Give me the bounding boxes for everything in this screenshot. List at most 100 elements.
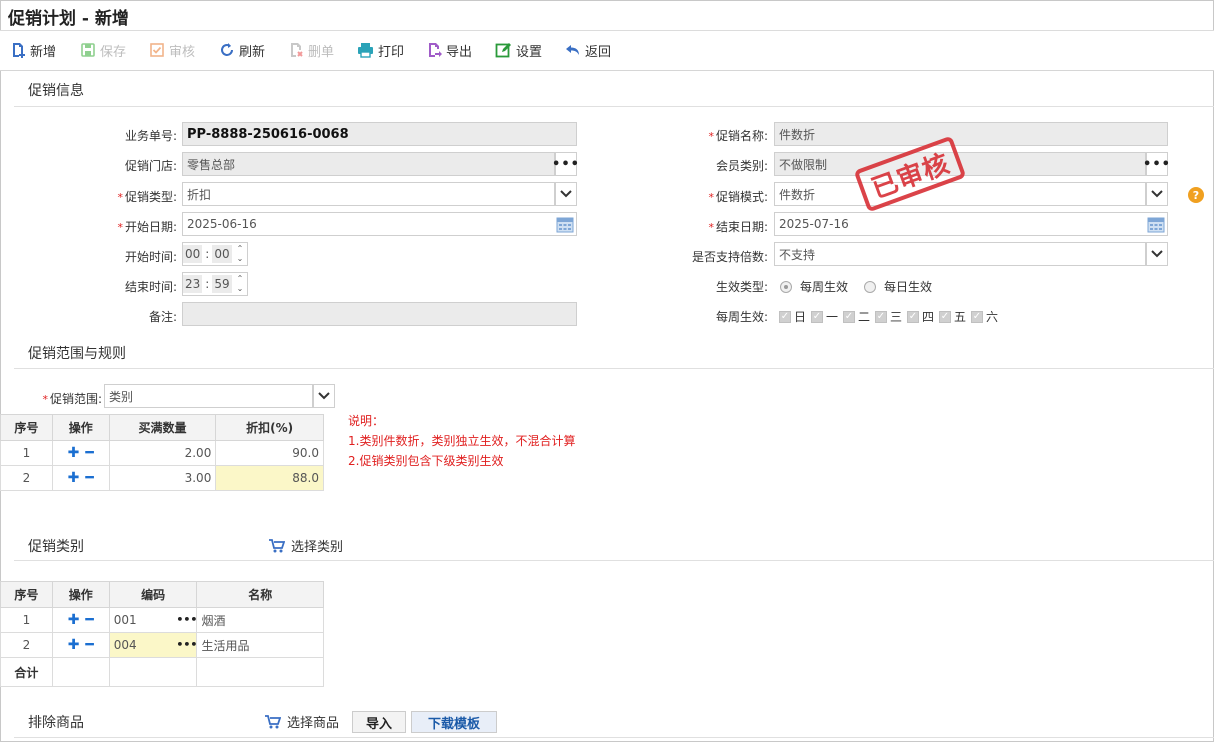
required-marker: * bbox=[708, 130, 714, 143]
member-type-picker-button[interactable]: ••• bbox=[1143, 152, 1170, 176]
qty-cell[interactable]: 2.00 bbox=[108, 440, 217, 466]
add-row-icon[interactable]: ✚ bbox=[68, 470, 80, 486]
start-time-field[interactable]: 00:00 ⌃ ⌄ bbox=[182, 242, 248, 266]
checkbox-box[interactable]: ✓ bbox=[811, 310, 823, 323]
start-date-field[interactable]: 2025-06-16 bbox=[182, 212, 577, 236]
time-colon: : bbox=[205, 247, 210, 261]
section-promo-category: 促销类别 bbox=[28, 539, 84, 555]
export-button[interactable]: 导出 bbox=[426, 39, 472, 61]
new-button[interactable]: 新增 bbox=[10, 39, 56, 61]
back-label: 返回 bbox=[585, 44, 612, 60]
calendar-icon[interactable] bbox=[1147, 215, 1165, 233]
time-spinner[interactable]: ⌃ ⌄ bbox=[233, 273, 247, 295]
add-row-icon[interactable]: ✚ bbox=[68, 445, 80, 461]
checkbox-box[interactable]: ✓ bbox=[971, 310, 983, 323]
weekday-checkbox-wed[interactable]: ✓ 三 bbox=[875, 308, 902, 325]
export-label: 导出 bbox=[446, 44, 473, 60]
time-spinner[interactable]: ⌃ ⌄ bbox=[233, 243, 247, 265]
delete-button[interactable]: 删单 bbox=[288, 39, 334, 61]
weekday-checkbox-tue[interactable]: ✓ 二 bbox=[843, 308, 870, 325]
multiple-dropdown-button[interactable] bbox=[1146, 242, 1168, 266]
radio-circle[interactable] bbox=[864, 280, 876, 293]
radio-weekly[interactable]: 每周生效 bbox=[780, 278, 848, 295]
section-divider bbox=[14, 737, 1214, 738]
store-picker-button[interactable]: ••• bbox=[552, 152, 579, 176]
weekday-checkbox-fri[interactable]: ✓ 五 bbox=[939, 308, 966, 325]
start-minute[interactable]: 00 bbox=[212, 245, 232, 263]
remove-row-icon[interactable]: ━ bbox=[85, 470, 93, 486]
promo-type-dropdown-button[interactable] bbox=[555, 182, 577, 206]
code-picker-icon[interactable]: ••• bbox=[176, 613, 197, 626]
start-time-label: 开始时间: bbox=[124, 250, 177, 264]
table-row: 2 ✚ ━ 3.00 88.0 bbox=[0, 465, 324, 491]
save-button[interactable]: 保存 bbox=[80, 39, 126, 61]
required-marker: * bbox=[42, 393, 48, 406]
end-time-field[interactable]: 23:59 ⌃ ⌄ bbox=[182, 272, 248, 296]
radio-circle[interactable] bbox=[780, 280, 792, 293]
remove-row-icon[interactable]: ━ bbox=[85, 445, 93, 461]
note-line: 1.类别件数折，类别独立生效，不混合计算 bbox=[348, 434, 576, 448]
audit-button[interactable]: 审核 bbox=[149, 39, 195, 61]
remark-field[interactable] bbox=[182, 302, 577, 326]
end-date-field[interactable]: 2025-07-16 bbox=[774, 212, 1168, 236]
add-row-icon[interactable]: ✚ bbox=[68, 612, 80, 628]
remove-row-icon[interactable]: ━ bbox=[85, 637, 93, 653]
discount-cell[interactable]: 90.0 bbox=[215, 440, 324, 466]
delete-doc-icon bbox=[291, 43, 303, 57]
multiple-label: 是否支持倍数: bbox=[691, 250, 768, 264]
discount-cell[interactable]: 88.0 bbox=[215, 465, 324, 491]
end-hour[interactable]: 23 bbox=[183, 275, 203, 293]
end-minute[interactable]: 59 bbox=[212, 275, 232, 293]
store-field[interactable]: 零售总部 bbox=[182, 152, 555, 176]
qty-cell[interactable]: 3.00 bbox=[108, 465, 217, 491]
settings-button[interactable]: 设置 bbox=[495, 39, 542, 61]
select-category-button[interactable]: 选择类别 bbox=[269, 536, 343, 555]
row-number: 2 bbox=[0, 465, 53, 491]
weekday-checkbox-sun[interactable]: ✓ 日 bbox=[779, 308, 806, 325]
promo-type-select[interactable]: 折扣 bbox=[182, 182, 555, 206]
effect-type-label: 生效类型: bbox=[715, 280, 768, 294]
remove-row-icon[interactable]: ━ bbox=[85, 612, 93, 628]
spin-down-icon[interactable]: ⌄ bbox=[237, 254, 244, 264]
printer-icon bbox=[358, 43, 373, 58]
row-actions: ✚ ━ bbox=[51, 440, 110, 466]
promo-mode-dropdown-button[interactable] bbox=[1146, 182, 1168, 206]
code-cell[interactable]: 001 ••• bbox=[108, 607, 197, 633]
new-doc-icon bbox=[13, 43, 25, 58]
end-date-label-text: 结束日期: bbox=[715, 220, 768, 234]
refresh-button[interactable]: 刷新 bbox=[219, 39, 265, 61]
select-product-button[interactable]: 选择商品 bbox=[265, 712, 339, 731]
required-marker: * bbox=[708, 191, 714, 204]
scope-select[interactable]: 类别 bbox=[104, 384, 313, 408]
doc-no-field[interactable]: PP-8888-250616-0068 bbox=[182, 122, 577, 146]
print-button[interactable]: 打印 bbox=[357, 39, 404, 61]
promo-mode-select[interactable]: 件数折 bbox=[774, 182, 1146, 206]
weekday-checkbox-thu[interactable]: ✓ 四 bbox=[907, 308, 934, 325]
code-picker-icon[interactable]: ••• bbox=[176, 638, 197, 651]
calendar-icon[interactable] bbox=[556, 215, 574, 233]
back-button[interactable]: 返回 bbox=[565, 39, 611, 61]
help-icon[interactable]: ? bbox=[1188, 187, 1204, 203]
scope-dropdown-button[interactable] bbox=[313, 384, 335, 408]
checkbox-box[interactable]: ✓ bbox=[939, 310, 951, 323]
spin-up-icon[interactable]: ⌃ bbox=[237, 244, 244, 254]
multiple-select[interactable]: 不支持 bbox=[774, 242, 1146, 266]
add-row-icon[interactable]: ✚ bbox=[68, 637, 80, 653]
promo-name-label-text: 促销名称: bbox=[715, 129, 768, 143]
promo-name-label: * 促销名称: bbox=[640, 127, 768, 144]
spin-up-icon[interactable]: ⌃ bbox=[237, 274, 244, 284]
checkbox-box[interactable]: ✓ bbox=[779, 310, 791, 323]
radio-daily[interactable]: 每日生效 bbox=[864, 278, 932, 295]
checkbox-box[interactable]: ✓ bbox=[907, 310, 919, 323]
weekday-checkbox-mon[interactable]: ✓ 一 bbox=[811, 308, 838, 325]
start-hour[interactable]: 00 bbox=[183, 245, 203, 263]
code-cell[interactable]: 004 ••• bbox=[108, 632, 197, 658]
spin-down-icon[interactable]: ⌄ bbox=[237, 284, 244, 294]
weekday-checkbox-sat[interactable]: ✓ 六 bbox=[971, 308, 998, 325]
radio-weekly-label: 每周生效 bbox=[800, 280, 849, 294]
checkbox-box[interactable]: ✓ bbox=[875, 310, 887, 323]
checkbox-box[interactable]: ✓ bbox=[843, 310, 855, 323]
promo-name-field[interactable]: 件数折 bbox=[774, 122, 1168, 146]
import-button[interactable]: 导入 bbox=[352, 711, 406, 733]
download-template-button[interactable]: 下载模板 bbox=[411, 711, 497, 733]
